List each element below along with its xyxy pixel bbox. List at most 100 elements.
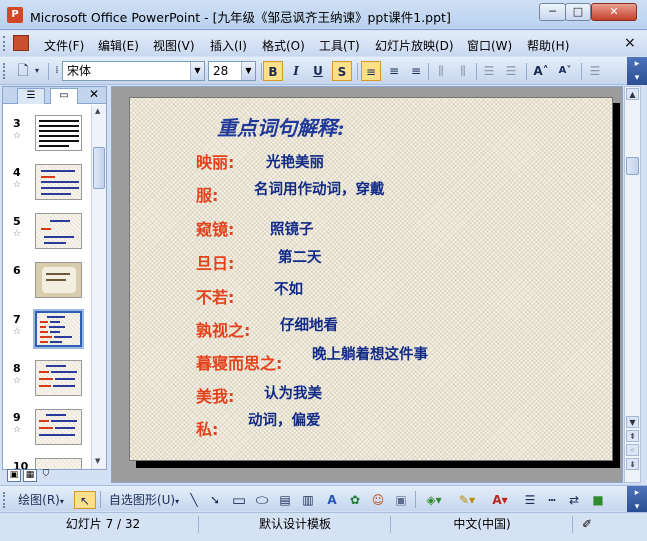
term-4[interactable]: 不若: [196,284,234,308]
menu-slideshow[interactable]: 幻灯片放映(D) [375,37,454,54]
thumbnail-item[interactable]: 9 ☆ [3,409,91,457]
thumbnail-item[interactable]: 8 ☆ [3,360,91,408]
toolbar-grip[interactable] [3,36,7,51]
line-style-icon[interactable]: ☰ [520,491,540,509]
oval-tool-icon[interactable]: ⬭ [253,491,271,509]
editor-scrollbar[interactable]: ▲ ▼ ⇞ ◦ ⇟ [624,86,641,483]
definition-6[interactable]: 晚上躺着想这件事 [312,343,428,364]
align-left-icon[interactable]: ≡ [361,61,381,81]
bullets-icon[interactable]: ☰ [502,61,520,81]
term-6[interactable]: 暮寝而思之: [196,350,282,374]
vertical-textbox-icon[interactable]: ▥ [300,491,316,509]
tab-outline[interactable]: ☰ [17,88,45,104]
new-dropdown-icon[interactable]: ▾ [32,61,42,81]
clipart-icon[interactable]: ☺ [370,491,386,509]
definition-2[interactable]: 照镜子 [270,218,314,239]
slide-thumbnail[interactable] [35,115,82,151]
menu-view[interactable]: 视图(V) [153,37,195,54]
slide-thumbnail[interactable] [35,164,82,200]
toolbar-grip[interactable] [3,492,7,508]
slide-thumbnail-selected[interactable] [33,309,84,349]
decrease-font-icon[interactable]: A˅ [555,61,575,81]
toolbar-options-icon[interactable]: ▸ ▾ [627,57,647,85]
toolbar-grip[interactable] [3,63,7,79]
shadow-button[interactable]: S [332,61,352,81]
scroll-up-icon[interactable]: ▲ [95,107,100,115]
scroll-up-icon[interactable]: ▲ [626,88,639,100]
line-tool-icon[interactable]: ╲ [186,491,202,509]
select-object-icon[interactable]: ◦ [626,444,639,456]
slide-thumbnail[interactable] [35,262,82,298]
term-2[interactable]: 窥镜: [196,216,234,240]
shadow-style-icon[interactable]: ■ [590,491,606,509]
spelling-check-icon[interactable]: ✐ [576,515,598,534]
menu-edit[interactable]: 编辑(E) [98,37,139,54]
slide-thumbnail[interactable] [35,213,82,249]
font-color-icon[interactable]: A▾ [486,491,514,509]
definition-8[interactable]: 动词，偏爱 [248,409,321,430]
normal-view-icon[interactable]: ▣ [7,469,21,482]
fill-color-icon[interactable]: ◈▾ [420,491,448,509]
chevron-down-icon[interactable]: ▼ [241,62,255,80]
menu-insert[interactable]: 插入(I) [210,37,247,54]
diagram-icon[interactable]: ✿ [347,491,363,509]
underline-button[interactable]: U [309,61,327,81]
dash-style-icon[interactable]: ┅ [543,491,561,509]
definition-1[interactable]: 名词用作动词，穿戴 [254,178,385,199]
wordart-icon[interactable]: A [323,491,341,509]
autoshapes-menu-button[interactable]: 自选图形(U)▾ [104,491,184,509]
close-icon[interactable]: ✕ [89,87,99,101]
minimize-button[interactable]: ─ [539,3,566,21]
arrow-style-icon[interactable]: ⇄ [565,491,583,509]
definition-5[interactable]: 仔细地看 [280,314,338,335]
text-direction-icon[interactable]: ⫼ [432,61,450,81]
scrollbar-thumb[interactable] [93,147,105,189]
term-7[interactable]: 美我: [196,383,234,407]
maximize-button[interactable]: □ [565,3,591,21]
thumbnail-item[interactable]: 3 ☆ [3,115,91,163]
previous-slide-icon[interactable]: ⇞ [626,430,639,442]
arrow-tool-icon[interactable]: ➘ [207,491,223,509]
select-pointer-icon[interactable]: ↖ [74,491,96,509]
next-slide-icon[interactable]: ⇟ [626,458,639,470]
tab-slides[interactable]: ▭ [50,88,78,104]
menu-tools[interactable]: 工具(T) [319,37,360,54]
slide-thumbnail[interactable] [35,360,82,396]
align-center-icon[interactable]: ≡ [385,61,403,81]
close-button[interactable]: ✕ [591,3,637,21]
numbering-icon[interactable]: ☰ [480,61,498,81]
close-document-icon[interactable]: × [624,35,636,51]
thumbnail-item[interactable]: 6 [3,262,91,310]
toolbar-options-icon[interactable]: ▸ ▾ [627,486,647,512]
thumbnail-item[interactable]: 10 [3,458,91,469]
increase-font-icon[interactable]: A˄ [531,61,551,81]
document-icon[interactable] [13,35,29,51]
thumbnail-item[interactable]: 5 ☆ [3,213,91,261]
thumbnail-item[interactable]: 7 ☆ [3,309,91,359]
menu-format[interactable]: 格式(O) [262,37,305,54]
thumbnail-item[interactable]: 4 ☆ [3,164,91,212]
new-document-icon[interactable]: 🗋 [14,61,32,81]
textbox-tool-icon[interactable]: ▤ [277,491,293,509]
definition-4[interactable]: 不如 [274,278,303,299]
scrollbar-thumb[interactable] [626,157,639,175]
scroll-down-icon[interactable]: ▼ [95,457,100,465]
font-size-select[interactable]: 28 ▼ [208,61,256,81]
term-8[interactable]: 私: [196,416,218,440]
menu-help[interactable]: 帮助(H) [527,37,569,54]
thumbnail-scrollbar[interactable]: ▲ ▼ [91,105,106,469]
chevron-down-icon[interactable]: ▼ [190,62,204,80]
slideshow-view-icon[interactable]: ⛉ [39,469,53,482]
indent-icon[interactable]: ☰ [586,61,604,81]
definition-0[interactable]: 光艳美丽 [266,151,324,172]
definition-7[interactable]: 认为我美 [264,382,322,403]
term-5[interactable]: 孰视之: [196,317,250,341]
scroll-down-icon[interactable]: ▼ [626,416,639,428]
font-name-select[interactable]: 宋体 ▼ [62,61,205,81]
picture-icon[interactable]: ▣ [393,491,409,509]
align-right-icon[interactable]: ≡ [407,61,425,81]
term-1[interactable]: 服: [196,182,218,206]
slide-canvas[interactable]: 重点词句解释: 映丽: 光艳美丽 服: 名词用作动词，穿戴 窥镜: 照镜子 旦日… [129,97,613,461]
italic-button[interactable]: I [287,61,305,81]
rectangle-tool-icon[interactable]: ▭ [230,491,248,509]
